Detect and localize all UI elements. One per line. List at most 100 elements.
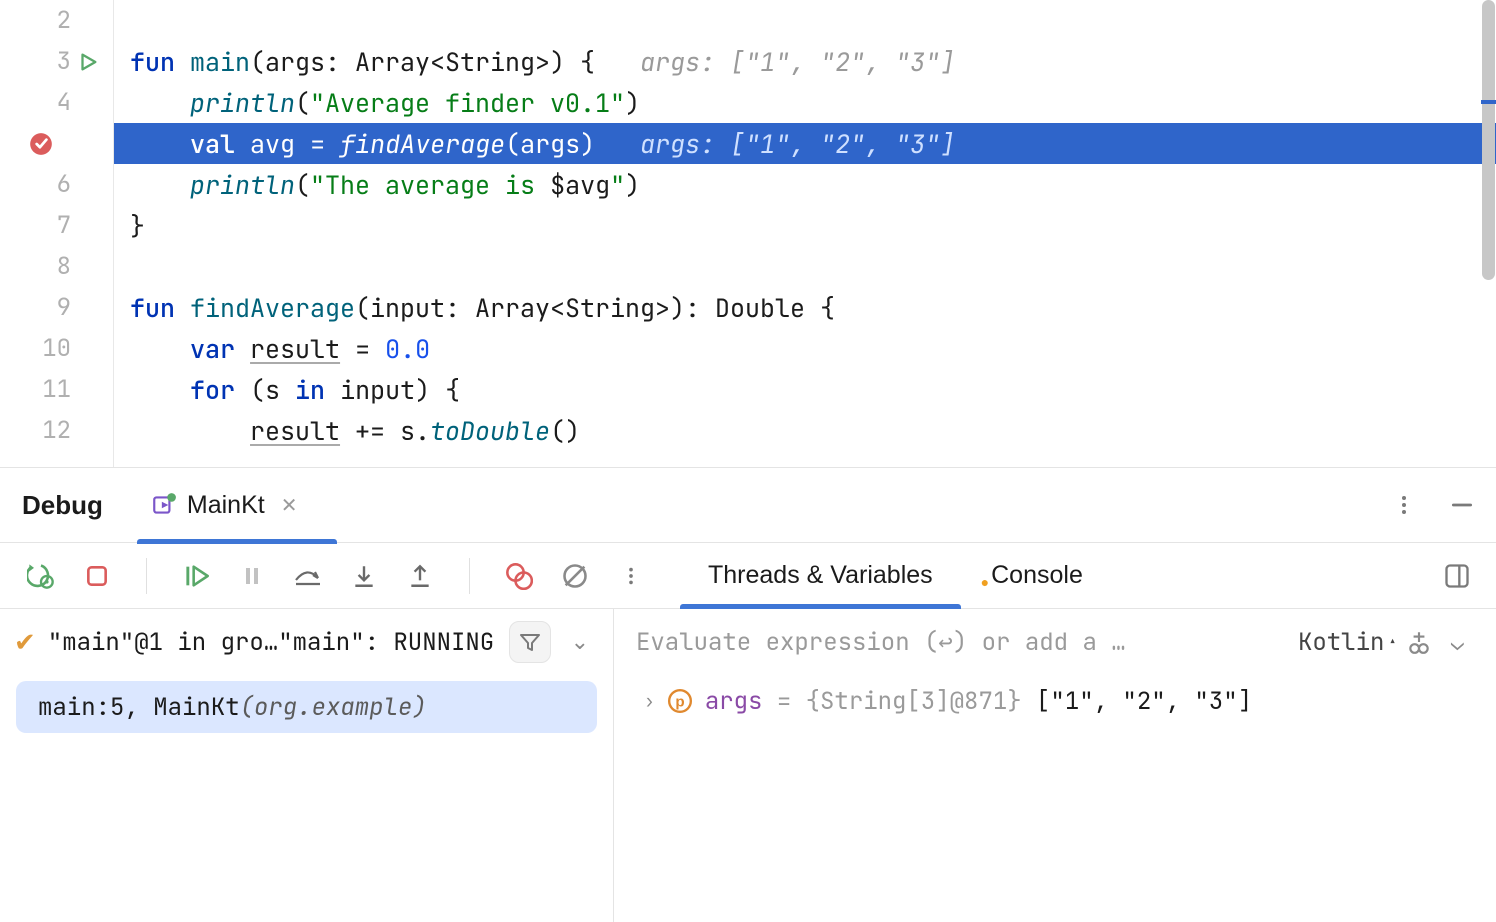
code-text: =: [762, 686, 805, 717]
line-number: 10: [35, 333, 105, 364]
keyword: fun: [130, 45, 175, 79]
code-editor[interactable]: 2 3 4 6 7 8 9 10 11 12 fun main(args: Ar…: [0, 0, 1496, 467]
toolbar-more-icon[interactable]: [616, 561, 646, 591]
variable: avg: [250, 127, 295, 161]
mute-breakpoints-icon[interactable]: [560, 561, 590, 591]
line-number: 6: [35, 169, 105, 200]
code-text: (: [295, 168, 310, 202]
keyword: var: [190, 332, 235, 366]
parameter-badge-icon: p: [667, 688, 693, 714]
line-number: 12: [35, 415, 105, 446]
threads-variables-tab[interactable]: Threads & Variables: [684, 543, 957, 608]
debug-session-tab[interactable]: MainKt ✕: [151, 467, 308, 543]
scrollbar-marker[interactable]: [1481, 100, 1496, 104]
subtab-label: Console: [991, 561, 1083, 590]
code-content[interactable]: fun main(args: Array<String>) { args: ["…: [114, 0, 1496, 467]
scrollbar-thumb[interactable]: [1482, 0, 1495, 280]
editor-scrollbar[interactable]: [1481, 0, 1496, 467]
variable-value: ["1", "2", "3"]: [1036, 686, 1252, 717]
template-var: $avg: [550, 168, 610, 202]
debug-tool-window-header: Debug MainKt ✕: [0, 467, 1496, 543]
rerun-icon[interactable]: [26, 561, 56, 591]
code-text: (): [550, 414, 580, 448]
code-text: (input: Array<String>): Double {: [355, 291, 835, 325]
chevron-down-icon[interactable]: ⌄: [1441, 628, 1474, 657]
notification-dot-icon: ●: [981, 574, 989, 590]
variable-row[interactable]: › p args = {String[3]@871} ["1", "2", "3…: [614, 675, 1496, 727]
function-name: main: [190, 45, 250, 79]
language-selector[interactable]: Kotlin ▴: [1298, 627, 1397, 658]
function-name: findAverage: [190, 291, 355, 325]
code-text: (: [295, 86, 310, 120]
pause-icon[interactable]: [237, 561, 267, 591]
code-text: ): [625, 86, 640, 120]
debug-toolbar: Threads & Variables ● Console: [0, 543, 1496, 609]
step-out-icon[interactable]: [405, 561, 435, 591]
minimize-icon[interactable]: [1448, 491, 1476, 519]
line-number: 11: [35, 374, 105, 405]
close-tab-icon[interactable]: ✕: [281, 493, 298, 518]
code-text: (args: Array<String>) {: [250, 45, 595, 79]
current-execution-line[interactable]: val avg = findAverage(args) args: ["1", …: [114, 123, 1496, 164]
expand-chevron-icon[interactable]: ›: [644, 690, 655, 713]
keyword: for: [190, 373, 235, 407]
variable-name: args: [705, 686, 763, 717]
line-number: 8: [35, 251, 105, 282]
thread-label: "main"@1 in gro…"main": RUNNING: [48, 627, 499, 658]
code-text: ): [625, 168, 640, 202]
chevron-down-icon[interactable]: ⌄: [561, 629, 599, 655]
function-call: findAverage: [340, 127, 505, 161]
code-text: }: [130, 209, 145, 243]
code-text: += s.: [340, 414, 430, 448]
variables-panel: Evaluate expression (↩) or add a … Kotli…: [614, 609, 1496, 922]
code-text: =: [340, 332, 385, 366]
number-literal: 0.0: [385, 332, 430, 366]
line-number: 7: [35, 210, 105, 241]
code-text: (args): [505, 127, 595, 161]
gutter: 2 3 4 6 7 8 9 10 11 12: [0, 0, 114, 467]
function-call: toDouble: [430, 414, 550, 448]
stop-icon[interactable]: [82, 561, 112, 591]
debug-title: Debug: [22, 490, 103, 521]
stack-frame[interactable]: main:5, MainKt (org.example): [16, 681, 597, 733]
chevron-up-icon: ▴: [1388, 633, 1396, 651]
inline-hint: args: ["1", "2", "3"]: [640, 127, 955, 161]
filter-button[interactable]: [509, 621, 551, 663]
string-literal: "Average finder v0.1": [310, 86, 625, 120]
code-text: input) {: [325, 373, 460, 407]
keyword: fun: [130, 291, 175, 325]
frames-panel: ✔ "main"@1 in gro…"main": RUNNING ⌄ main…: [0, 609, 614, 922]
toolbar-separator: [146, 558, 147, 594]
line-number: 2: [35, 5, 105, 36]
string-literal: ": [610, 168, 625, 202]
tab-underline: [137, 539, 337, 544]
function-call: println: [190, 168, 295, 202]
step-over-icon[interactable]: [293, 561, 323, 591]
keyword: in: [295, 373, 325, 407]
keyword: val: [190, 127, 235, 161]
variable-type: {String[3]@871}: [806, 686, 1036, 717]
frame-location: main:5, MainKt: [38, 692, 240, 723]
toolbar-separator: [469, 558, 470, 594]
breakpoint-icon[interactable]: [28, 131, 54, 157]
string-literal: "The average is: [310, 168, 550, 202]
code-text: =: [295, 127, 340, 161]
console-tab[interactable]: ● Console: [957, 543, 1107, 608]
add-watch-icon[interactable]: [1405, 629, 1433, 655]
evaluate-expression-input[interactable]: Evaluate expression (↩) or add a … Kotli…: [614, 609, 1496, 675]
more-options-icon[interactable]: [1390, 491, 1418, 519]
debug-body: ✔ "main"@1 in gro…"main": RUNNING ⌄ main…: [0, 609, 1496, 922]
run-gutter-icon[interactable]: [75, 49, 101, 75]
function-call: println: [190, 86, 295, 120]
svg-text:p: p: [675, 693, 684, 710]
code-text: (s: [235, 373, 295, 407]
debug-session-label: MainKt: [187, 491, 265, 520]
line-number: 4: [35, 87, 105, 118]
eval-placeholder: Evaluate expression (↩) or add a …: [636, 627, 1290, 658]
step-into-icon[interactable]: [349, 561, 379, 591]
variable: result: [250, 414, 340, 448]
resume-icon[interactable]: [181, 561, 211, 591]
layout-settings-icon[interactable]: [1442, 561, 1472, 591]
thread-selector[interactable]: ✔ "main"@1 in gro…"main": RUNNING ⌄: [0, 609, 613, 675]
view-breakpoints-icon[interactable]: [504, 561, 534, 591]
